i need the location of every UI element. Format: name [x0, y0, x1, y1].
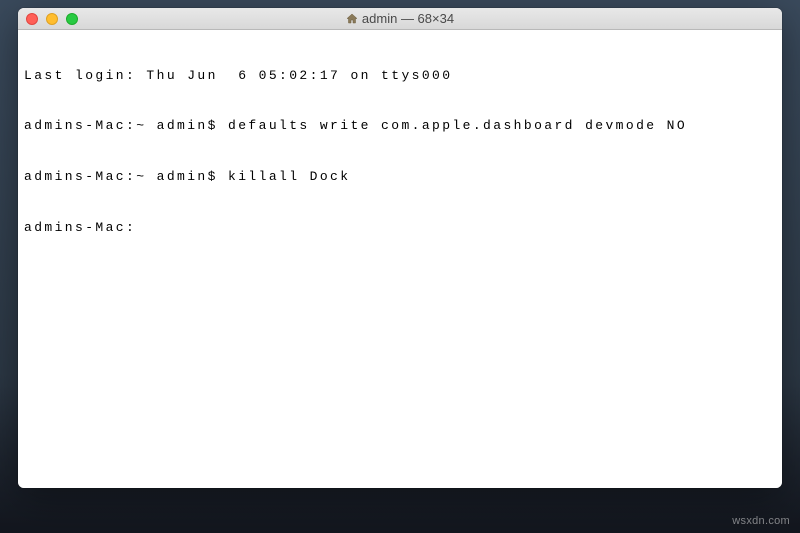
window-title: admin — 68×34 — [362, 11, 454, 26]
minimize-button[interactable] — [46, 13, 58, 25]
window-titlebar[interactable]: admin — 68×34 — [18, 8, 782, 30]
watermark-text: wsxdn.com — [732, 515, 790, 527]
terminal-line: admins-Mac:~ admin$ killall Dock — [24, 169, 776, 186]
terminal-content[interactable]: Last login: Thu Jun 6 05:02:17 on ttys00… — [18, 30, 782, 488]
title-container: admin — 68×34 — [18, 11, 782, 26]
terminal-window: admin — 68×34 Last login: Thu Jun 6 05:0… — [18, 8, 782, 488]
terminal-line: admins-Mac: — [24, 220, 776, 237]
maximize-button[interactable] — [66, 13, 78, 25]
close-button[interactable] — [26, 13, 38, 25]
traffic-lights-group — [26, 13, 78, 25]
terminal-line: admins-Mac:~ admin$ defaults write com.a… — [24, 118, 776, 135]
terminal-line: Last login: Thu Jun 6 05:02:17 on ttys00… — [24, 68, 776, 85]
home-icon — [346, 13, 358, 25]
